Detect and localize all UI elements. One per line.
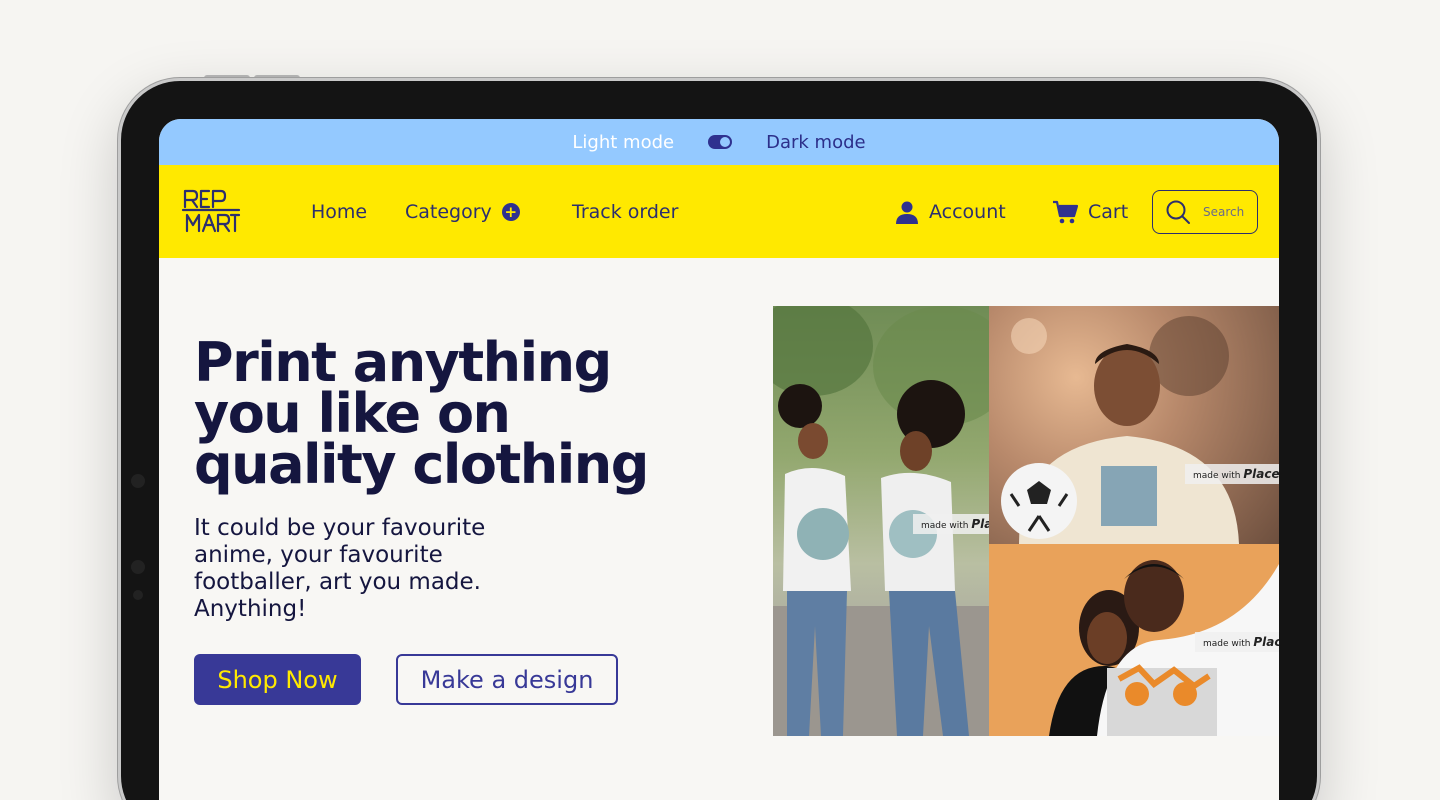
user-icon bbox=[896, 201, 918, 224]
nav-cart-label: Cart bbox=[1088, 200, 1129, 223]
light-mode-label[interactable]: Light mode bbox=[572, 132, 674, 153]
nav-category-label: Category bbox=[405, 200, 492, 223]
nav-track-order-label: Track order bbox=[572, 200, 679, 223]
tablet-sensor bbox=[133, 590, 143, 600]
repmart-logo[interactable] bbox=[181, 187, 241, 235]
theme-toggle[interactable] bbox=[708, 135, 733, 149]
website-screen: Light mode Dark mode Home Category + Tra… bbox=[159, 119, 1279, 800]
watermark-prefix: made with bbox=[1193, 471, 1241, 481]
dark-mode-label[interactable]: Dark mode bbox=[766, 132, 865, 153]
nav-track-order[interactable]: Track order bbox=[572, 165, 678, 258]
tablet-sensor bbox=[131, 474, 145, 488]
hero-title: Print anything you like on quality cloth… bbox=[194, 331, 649, 496]
make-design-button[interactable]: Make a design bbox=[396, 654, 618, 705]
photo-couple-anime: made with Placeit bbox=[989, 544, 1279, 736]
watermark-brand: Placeit bbox=[1253, 635, 1279, 649]
toggle-knob bbox=[720, 137, 731, 147]
watermark-brand: Placeit bbox=[1243, 467, 1279, 481]
watermark-badge: made with Plac bbox=[913, 514, 989, 534]
watermark-badge: made with Placeit bbox=[1185, 464, 1279, 484]
watermark-brand: Plac bbox=[971, 517, 989, 531]
nav-category[interactable]: Category + bbox=[405, 165, 520, 258]
nav-home-label: Home bbox=[311, 200, 368, 223]
theme-mode-bar: Light mode Dark mode bbox=[159, 119, 1279, 165]
nav-account-label: Account bbox=[929, 200, 1006, 223]
search-icon[interactable] bbox=[1165, 199, 1191, 225]
photo-boy-illustration bbox=[1001, 316, 1239, 544]
nav-cart[interactable]: Cart bbox=[1052, 165, 1128, 258]
nav-account[interactable]: Account bbox=[895, 165, 1006, 258]
search-box[interactable] bbox=[1152, 190, 1258, 234]
nav-home[interactable]: Home bbox=[311, 165, 367, 258]
photo-boy-football: made with Placeit bbox=[989, 306, 1279, 544]
photo-women-walking: made with Plac bbox=[773, 306, 989, 736]
plus-circle-icon[interactable]: + bbox=[501, 202, 520, 221]
watermark-badge: made with Placeit bbox=[1195, 632, 1279, 652]
tablet-sensor bbox=[131, 560, 145, 574]
search-input[interactable] bbox=[1203, 205, 1255, 219]
cart-icon bbox=[1053, 200, 1078, 223]
hero-subtitle: It could be your favourite anime, your f… bbox=[194, 515, 486, 622]
shop-now-button[interactable]: Shop Now bbox=[194, 654, 361, 705]
watermark-prefix: made with bbox=[1203, 639, 1251, 649]
watermark-prefix: made with bbox=[921, 521, 969, 531]
navigation-bar: Home Category + Track order Account Cart bbox=[159, 165, 1279, 258]
